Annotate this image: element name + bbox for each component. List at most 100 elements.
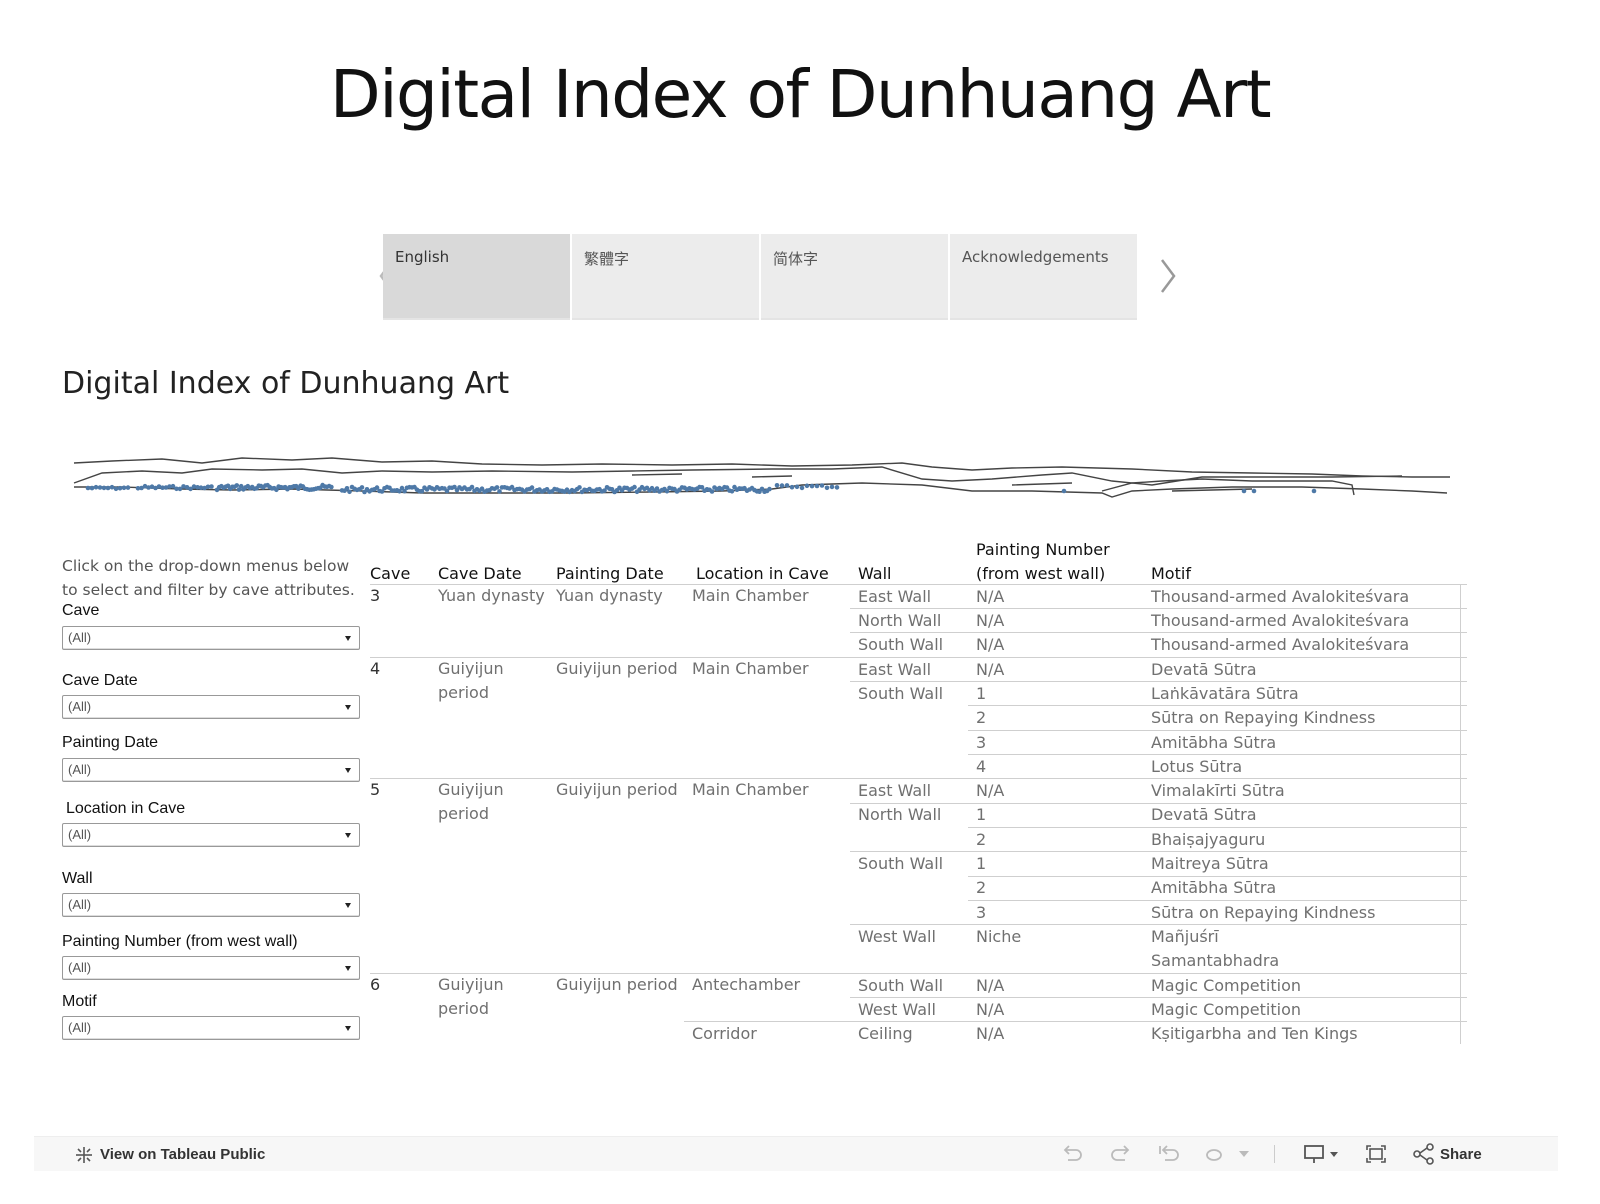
cave-dot[interactable] [809,483,815,489]
filter-label-painting-number: Painting Number (from west wall) [62,933,298,950]
column-header-painting-number[interactable]: Painting Number [976,538,1110,562]
column-header-painting-number-sub[interactable]: (from west wall) [976,562,1105,586]
column-header-wall[interactable]: Wall [858,562,892,586]
cave-dot[interactable] [709,489,715,494]
column-header-motif[interactable]: Motif [1151,562,1191,586]
cave-date-filter-select[interactable]: (All) [62,695,360,719]
share-icon[interactable] [1412,1143,1436,1165]
revert-icon[interactable] [1157,1143,1181,1165]
cave-dot[interactable] [814,483,820,489]
cave-dot[interactable] [1251,488,1257,494]
cave-cliff-map[interactable] [72,455,1492,517]
cell-wall: South Wall [858,854,944,873]
cave-dot[interactable] [819,483,825,488]
cave-dot[interactable] [359,485,365,490]
painting-date-filter-select[interactable]: (All) [62,758,360,782]
motif-filter-select[interactable]: (All) [62,1016,360,1040]
column-header-painting-date[interactable]: Painting Date [556,562,664,586]
cave-dot[interactable] [101,485,107,491]
cell-wall: Ceiling [858,1024,913,1043]
cell-wall: East Wall [858,660,932,679]
tab-acknowledgements[interactable]: Acknowledgements [950,234,1137,320]
cave-dot[interactable] [105,485,111,491]
cave-dot[interactable] [125,485,131,490]
cell-motif: Lotus Sūtra [1151,757,1243,776]
cell-motif: Laṅkāvatāra Sūtra [1151,684,1299,703]
cave-dot[interactable] [97,485,103,490]
cave-dot[interactable] [121,485,127,491]
wall-filter-select[interactable]: (All) [62,893,360,917]
download-icon[interactable] [1302,1143,1342,1165]
redo-icon[interactable] [1109,1143,1133,1165]
cave-dot[interactable] [469,484,475,490]
painting-number-filter-select[interactable]: (All) [62,956,360,980]
cell-painting-number: 2 [976,708,987,727]
cave-dot[interactable] [234,483,240,488]
cave-dot[interactable] [834,485,840,490]
column-header-cave-date[interactable]: Cave Date [438,562,522,586]
cave-dot[interactable] [784,483,790,488]
cave-dot[interactable] [529,485,535,490]
cave-dot[interactable] [1061,488,1067,494]
cave-dot[interactable] [799,485,805,491]
cave-dot[interactable] [109,484,115,490]
cave-dot[interactable] [93,484,99,490]
cave-dot[interactable] [209,484,214,489]
cell-motif: Magic Competition [1151,976,1302,995]
cave-dot[interactable] [794,484,800,490]
cave-dot[interactable] [494,485,500,490]
cell-painting-number: N/A [976,660,1005,679]
cave-dot[interactable] [774,483,780,488]
filter-value: (All) [68,1020,92,1035]
cave-dot[interactable] [729,489,735,494]
cave-dot[interactable] [1241,488,1247,494]
cave-dot[interactable] [804,483,810,489]
location-filter-select[interactable]: (All) [62,823,360,847]
cell-painting-number: N/A [976,611,1005,630]
cave-dot[interactable] [632,484,637,490]
cave-index-table[interactable]: Cave Cave Date Painting Date Location in… [370,540,1504,1070]
tableau-logo-icon [76,1147,92,1163]
column-header-cave[interactable]: Cave [370,562,410,586]
tab-simplified-chinese[interactable]: 简体字 [761,234,948,320]
cave-dot[interactable] [89,485,95,491]
refresh-icon[interactable] [1202,1143,1226,1165]
toolbar-divider [1274,1145,1275,1163]
cave-dot[interactable] [329,484,334,490]
cave-dot[interactable] [113,486,119,492]
cell-motif: Bhaiṣajyaguru [1151,830,1266,849]
tab-traditional-chinese[interactable]: 繁體字 [572,234,759,320]
cave-location-dots[interactable] [85,482,1317,495]
cave-dot[interactable] [85,485,91,491]
cave-dot[interactable] [779,483,785,488]
dropdown-arrow-icon [345,705,351,710]
cell-motif: Sūtra on Repaying Kindness [1151,708,1376,727]
undo-icon[interactable] [1060,1143,1084,1165]
cell-cave: 5 [370,780,381,799]
cave-dot[interactable] [347,489,352,495]
cave-dot[interactable] [767,486,772,492]
column-header-location[interactable]: Location in Cave [696,562,829,586]
cell-location: Corridor [692,1024,757,1043]
dropdown-icon[interactable] [1238,1150,1250,1158]
cell-wall: North Wall [858,805,942,824]
tab-english[interactable]: English [383,234,570,320]
cave-dot[interactable] [824,485,830,491]
share-button[interactable]: Share [1440,1146,1482,1163]
filter-value: (All) [68,960,92,975]
cave-dot[interactable] [117,485,123,491]
cave-dot[interactable] [497,489,502,494]
cell-painting-number: Niche [976,927,1022,946]
view-on-tableau-link[interactable]: View on Tableau Public [100,1146,265,1163]
cave-dot[interactable] [829,484,835,490]
filter-value: (All) [68,827,92,842]
cave-dot[interactable] [1311,488,1317,494]
cell-painting-number: N/A [976,781,1005,800]
dropdown-arrow-icon [345,768,351,773]
dropdown-arrow-icon [345,903,351,908]
filter-label-cave-date: Cave Date [62,672,138,689]
fullscreen-icon[interactable] [1364,1143,1388,1165]
cave-filter-select[interactable]: (All) [62,626,360,650]
cave-dot[interactable] [789,484,795,490]
cave-dot[interactable] [577,485,582,490]
